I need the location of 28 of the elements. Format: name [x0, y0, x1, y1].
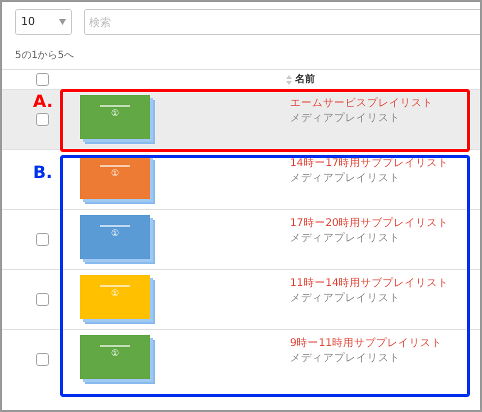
playlist-title[interactable]: エームサービスプレイリスト: [290, 96, 433, 111]
sort-icon[interactable]: [286, 74, 292, 84]
playlist-thumbnail: ①: [80, 275, 158, 327]
checkbox[interactable]: [36, 113, 48, 126]
checkbox[interactable]: [36, 353, 48, 366]
checkbox[interactable]: [36, 73, 48, 86]
column-header[interactable]: 名前: [295, 72, 315, 87]
result-summary: 5の1から5へ: [15, 49, 74, 63]
playlist-thumbnail: ①: [80, 155, 158, 207]
playlist-thumbnail: ①: [80, 215, 158, 267]
playlist-thumbnail: ①: [80, 335, 158, 387]
annotation-label: B.: [33, 165, 52, 182]
search-field[interactable]: 検索: [84, 9, 480, 35]
playlist-type: メディアプレイリスト: [290, 291, 401, 306]
playlist-type: メディアプレイリスト: [290, 111, 401, 126]
playlist-title[interactable]: 9時ー11時用サブプレイリスト: [290, 336, 442, 351]
annotation-label: A.: [33, 94, 53, 111]
checkbox[interactable]: [36, 233, 48, 246]
playlist-type: メディアプレイリスト: [290, 171, 401, 186]
checkbox[interactable]: [36, 293, 48, 306]
playlist-title[interactable]: 11時ー14時用サブプレイリスト: [290, 276, 449, 291]
playlist-type: メディアプレイリスト: [290, 351, 401, 366]
playlist-title[interactable]: 17時ー20時用サブプレイリスト: [290, 216, 449, 231]
playlist-thumbnail: ①: [80, 95, 158, 147]
page-size-select[interactable]: 10: [15, 9, 72, 35]
playlist-title[interactable]: 14時ー17時用サブプレイリスト: [290, 156, 449, 171]
dropdown-arrow-icon: [59, 19, 66, 25]
playlist-type: メディアプレイリスト: [290, 231, 401, 246]
